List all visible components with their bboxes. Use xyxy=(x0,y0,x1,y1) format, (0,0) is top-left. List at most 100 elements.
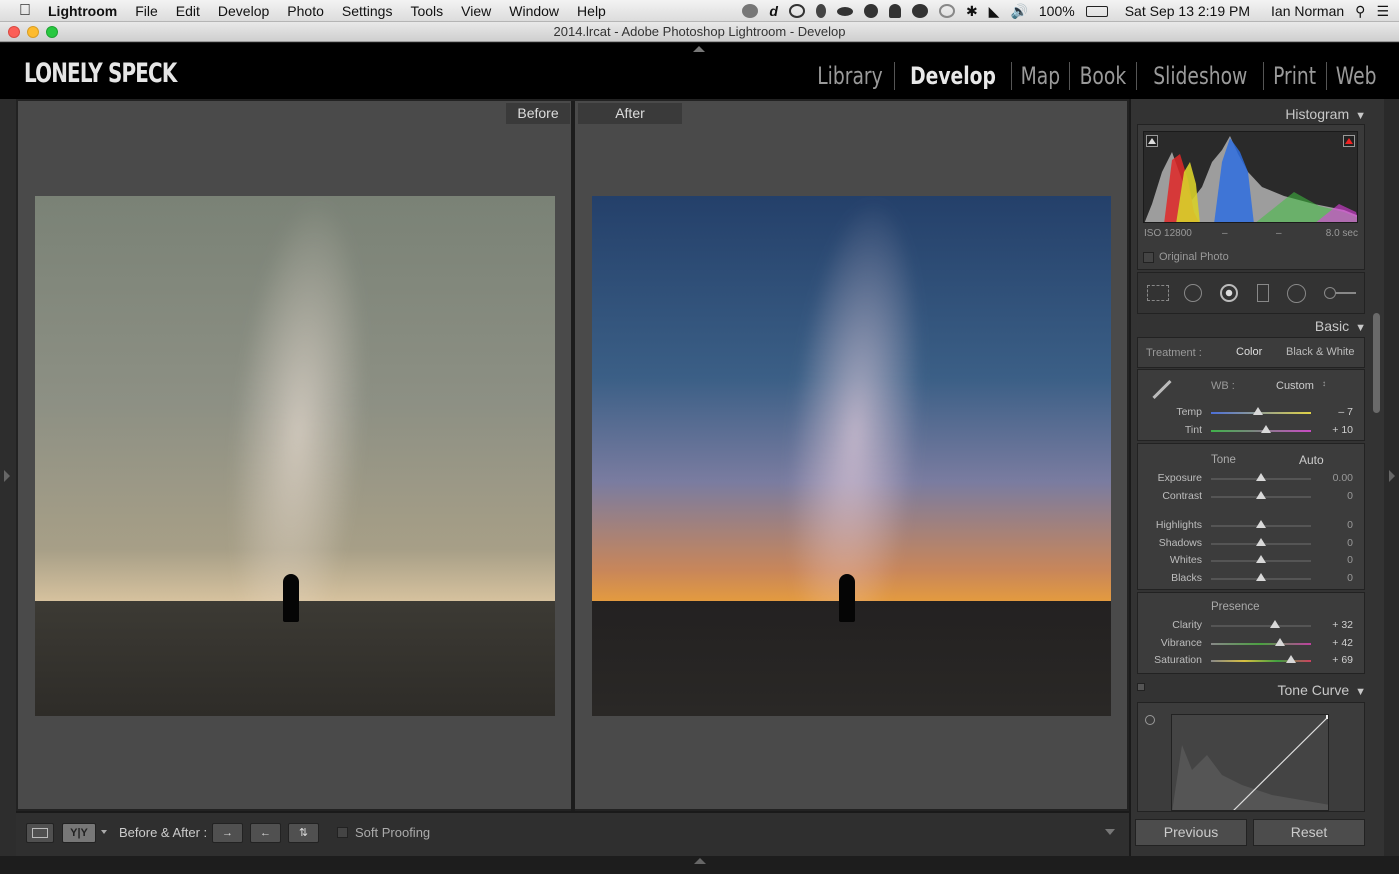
close-window-button[interactable] xyxy=(8,26,20,38)
module-book[interactable]: Book xyxy=(1070,62,1137,90)
treatment-color-button[interactable]: Color xyxy=(1236,346,1262,358)
slider-thumb[interactable] xyxy=(1256,573,1266,581)
shadow-clipping-icon[interactable] xyxy=(1146,135,1158,147)
after-photo[interactable] xyxy=(592,196,1111,716)
module-slideshow[interactable]: Slideshow xyxy=(1143,62,1257,90)
red-eye-icon[interactable] xyxy=(1220,284,1238,302)
module-web[interactable]: Web xyxy=(1325,62,1386,90)
highlights-value[interactable]: 0 xyxy=(1318,519,1353,531)
blacks-value[interactable]: 0 xyxy=(1318,572,1353,584)
wifi-icon[interactable]: ◣ xyxy=(989,3,1000,20)
tone-curve-graph[interactable] xyxy=(1171,714,1329,811)
user-name[interactable]: Ian Norman xyxy=(1271,3,1344,19)
gauge-icon[interactable] xyxy=(911,4,928,18)
balloon-icon[interactable] xyxy=(863,4,878,18)
slider-thumb[interactable] xyxy=(1253,407,1263,415)
menu-settings[interactable]: Settings xyxy=(342,3,393,19)
dictionary-icon[interactable]: d xyxy=(769,3,778,19)
vibrance-value[interactable]: + 42 xyxy=(1318,637,1353,649)
slider-thumb[interactable] xyxy=(1261,425,1271,433)
tint-value[interactable]: + 10 xyxy=(1318,424,1353,436)
wb-select[interactable]: Custom xyxy=(1276,380,1314,392)
apple-icon[interactable]:  xyxy=(16,2,34,20)
collapse-triangle-icon[interactable]: ▼ xyxy=(1355,686,1366,698)
wb-eyedropper-icon[interactable] xyxy=(1146,375,1178,405)
radial-filter-icon[interactable] xyxy=(1287,284,1306,303)
menu-tools[interactable]: Tools xyxy=(410,3,443,19)
view-mode-chevron-down-icon[interactable] xyxy=(101,830,107,834)
menu-photo[interactable]: Photo xyxy=(287,3,324,19)
menu-develop[interactable]: Develop xyxy=(218,3,269,19)
targeted-adjustment-icon[interactable] xyxy=(1145,715,1155,725)
tone-curve-header[interactable]: Tone Curve ▼ xyxy=(1278,682,1366,698)
previous-button[interactable]: Previous xyxy=(1135,819,1247,846)
highlights-slider[interactable] xyxy=(1211,520,1311,528)
copy-after-to-before-button[interactable]: ← xyxy=(250,823,281,843)
basic-header[interactable]: Basic ▼ xyxy=(1315,318,1366,334)
identity-plate[interactable]: LONELY SPECK xyxy=(24,58,177,89)
expand-left-panel-icon[interactable] xyxy=(4,470,10,482)
collapse-triangle-icon[interactable]: ▼ xyxy=(1355,110,1366,122)
shadows-value[interactable]: 0 xyxy=(1318,537,1353,549)
saturation-slider[interactable] xyxy=(1211,655,1311,663)
copy-before-to-after-button[interactable]: → xyxy=(212,823,243,843)
soft-proofing-checkbox[interactable] xyxy=(337,827,348,838)
clock[interactable]: Sat Sep 13 2:19 PM xyxy=(1125,3,1250,19)
menu-app[interactable]: Lightroom xyxy=(48,3,117,19)
clarity-slider[interactable] xyxy=(1211,620,1311,628)
tone-auto-button[interactable]: Auto xyxy=(1299,453,1324,467)
volume-icon[interactable]: 🔊 xyxy=(1010,3,1027,20)
loupe-view-button[interactable] xyxy=(26,823,54,843)
time-machine-icon[interactable] xyxy=(938,4,955,18)
saturation-value[interactable]: + 69 xyxy=(1318,654,1353,666)
sync-icon[interactable] xyxy=(788,4,805,18)
exposure-slider[interactable] xyxy=(1211,473,1311,481)
menu-edit[interactable]: Edit xyxy=(176,3,200,19)
menu-help[interactable]: Help xyxy=(577,3,606,19)
shadows-slider[interactable] xyxy=(1211,538,1311,546)
flame-icon[interactable] xyxy=(815,4,826,18)
blacks-slider[interactable] xyxy=(1211,573,1311,581)
spot-removal-icon[interactable] xyxy=(1184,284,1202,302)
slider-thumb[interactable] xyxy=(1256,491,1266,499)
expand-right-panel-icon[interactable] xyxy=(1389,470,1395,482)
zoom-window-button[interactable] xyxy=(46,26,58,38)
temp-value[interactable]: – 7 xyxy=(1318,406,1353,418)
histogram-header[interactable]: Histogram ▼ xyxy=(1285,106,1366,122)
contrast-value[interactable]: 0 xyxy=(1318,490,1353,502)
eye-icon[interactable] xyxy=(836,6,853,16)
contrast-slider[interactable] xyxy=(1211,491,1311,499)
slider-thumb[interactable] xyxy=(1275,638,1285,646)
module-develop[interactable]: Develop xyxy=(900,62,1006,90)
menu-window[interactable]: Window xyxy=(509,3,559,19)
highlight-clipping-icon[interactable] xyxy=(1343,135,1355,147)
clarity-value[interactable]: + 32 xyxy=(1318,619,1353,631)
before-photo[interactable] xyxy=(35,196,555,716)
slider-thumb[interactable] xyxy=(1256,473,1266,481)
adjustment-brush-icon[interactable] xyxy=(1324,287,1356,299)
before-after-view-button[interactable]: Y|Y xyxy=(62,823,96,843)
menu-view[interactable]: View xyxy=(461,3,491,19)
expand-filmstrip-icon[interactable] xyxy=(694,858,706,864)
reset-button[interactable]: Reset xyxy=(1253,819,1365,846)
module-print[interactable]: Print xyxy=(1263,62,1326,90)
histogram-graph[interactable] xyxy=(1143,131,1358,223)
whites-value[interactable]: 0 xyxy=(1318,554,1353,566)
slider-thumb[interactable] xyxy=(1286,655,1296,663)
soft-proofing-label[interactable]: Soft Proofing xyxy=(355,825,430,840)
slider-thumb[interactable] xyxy=(1256,538,1266,546)
module-library[interactable]: Library xyxy=(807,62,893,90)
exposure-value[interactable]: 0.00 xyxy=(1318,472,1353,484)
treatment-bw-button[interactable]: Black & White xyxy=(1286,346,1354,358)
tint-slider[interactable] xyxy=(1211,425,1311,433)
module-map[interactable]: Map xyxy=(1011,62,1071,90)
swap-before-after-button[interactable]: ⇅ xyxy=(288,823,319,843)
notification-center-icon[interactable]: ☰ xyxy=(1376,3,1389,20)
spotlight-icon[interactable]: ⚲ xyxy=(1355,3,1365,20)
menu-file[interactable]: File xyxy=(135,3,158,19)
graduated-filter-icon[interactable] xyxy=(1257,284,1269,302)
creative-cloud-icon[interactable] xyxy=(742,4,759,18)
toolbar-menu-chevron-down-icon[interactable] xyxy=(1105,829,1115,835)
original-photo-checkbox[interactable] xyxy=(1143,252,1154,263)
slider-thumb[interactable] xyxy=(1256,555,1266,563)
